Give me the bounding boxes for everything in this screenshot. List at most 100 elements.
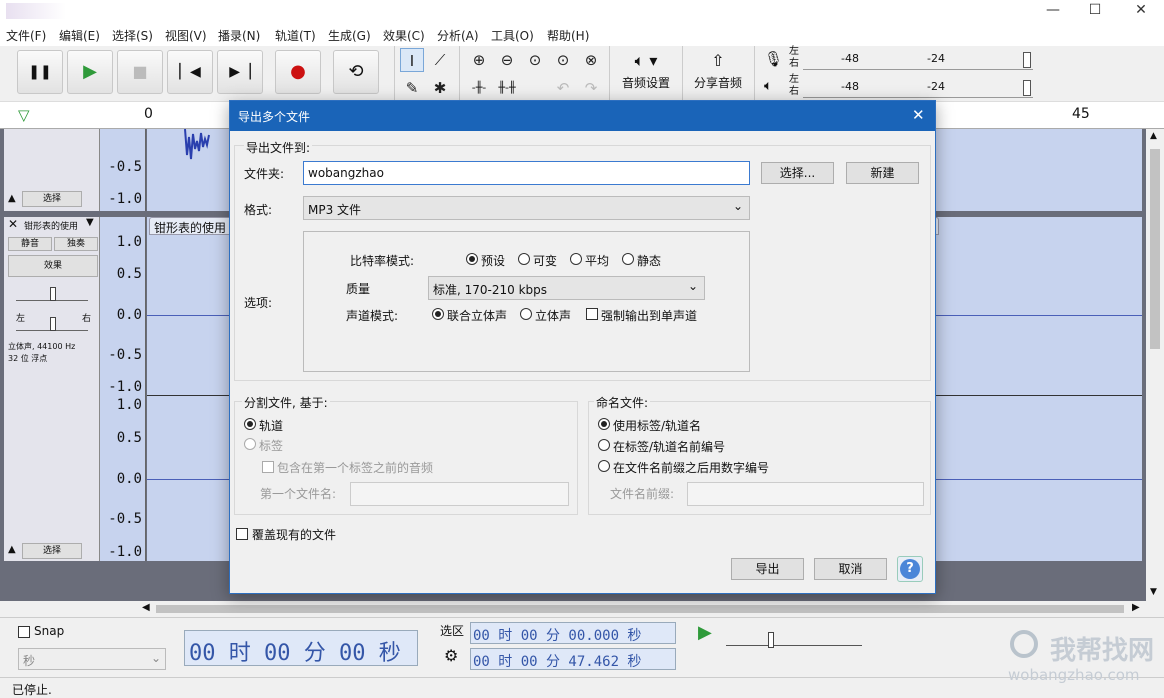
record-meter[interactable]: -48 -24 (803, 50, 1033, 70)
horizontal-scrollbar[interactable]: ◀ ▶ (140, 601, 1146, 617)
scroll-left-icon[interactable]: ◀ (142, 602, 150, 613)
stereo-radio[interactable] (520, 308, 532, 320)
menu-edit[interactable]: 编辑(E) (59, 27, 100, 44)
playback-speaker-icon[interactable]: 🔈︎ (764, 78, 772, 94)
track2-name[interactable]: 钳形表的使用 (24, 219, 78, 232)
help-button[interactable]: ? (897, 556, 923, 582)
redo-icon[interactable]: ↷ (579, 76, 603, 100)
menu-analyze[interactable]: 分析(A) (437, 27, 479, 44)
skip-start-button[interactable]: ▏◀ (167, 50, 213, 94)
folder-input[interactable]: wobangzhao (303, 161, 750, 185)
play-at-speed-icon[interactable]: ▶ (698, 622, 712, 643)
mute-button[interactable]: 静音 (8, 237, 52, 251)
menu-tracks[interactable]: 轨道(T) (275, 27, 316, 44)
selection-end-display[interactable]: 00 时 00 分 47.462 秒 (470, 648, 676, 670)
play-speed-slider[interactable] (726, 630, 862, 648)
solo-button[interactable]: 独奏 (54, 237, 98, 251)
zoom-in-icon[interactable]: ⊕ (467, 48, 491, 72)
menu-file[interactable]: 文件(F) (6, 27, 46, 44)
scale-label: 0.5 (116, 266, 142, 282)
playback-meter[interactable]: -48 -24 (803, 78, 1033, 98)
menu-view[interactable]: 视图(V) (165, 27, 207, 44)
draw-tool-icon[interactable]: ✎ (400, 76, 424, 100)
dialog-close-icon[interactable]: ✕ (912, 106, 925, 124)
selection-start-display[interactable]: 00 时 00 分 00.000 秒 (470, 622, 676, 644)
choose-folder-button[interactable]: 选择... (761, 162, 834, 184)
snap-checkbox[interactable] (18, 626, 30, 638)
mic-icon[interactable]: 🎙︎ (764, 50, 783, 68)
new-folder-button[interactable]: 新建 (846, 162, 919, 184)
meter-slider-handle[interactable] (1023, 52, 1031, 68)
joint-stereo-radio[interactable] (432, 308, 444, 320)
pause-button[interactable]: ❚❚ (17, 50, 63, 94)
scroll-down-icon[interactable]: ▼ (1150, 587, 1157, 597)
bitrate-variable-radio[interactable] (518, 253, 530, 265)
first-filename-input[interactable] (350, 482, 569, 506)
cancel-button[interactable]: 取消 (814, 558, 887, 580)
menu-select[interactable]: 选择(S) (112, 27, 153, 44)
gain-slider-handle[interactable] (50, 287, 56, 301)
multi-tool-icon[interactable]: ✱ (428, 76, 452, 100)
menu-generate[interactable]: 生成(G) (328, 27, 371, 44)
bitrate-average-radio[interactable] (570, 253, 582, 265)
meter-slider-handle[interactable] (1023, 80, 1031, 96)
undo-icon[interactable]: ↶ (551, 76, 575, 100)
track-close-icon[interactable]: ✕ (8, 217, 18, 231)
fit-selection-icon[interactable]: ⊙ (523, 48, 547, 72)
skip-end-button[interactable]: ▶▕ (217, 50, 263, 94)
stop-button[interactable]: ■ (117, 50, 163, 94)
envelope-tool-icon[interactable]: ⟋ (428, 48, 452, 72)
split-by-tracks-radio[interactable] (244, 418, 256, 430)
bitrate-preset-radio[interactable] (466, 253, 478, 265)
track-menu-chevron-icon[interactable]: ▼ (86, 217, 94, 228)
pan-slider-handle[interactable] (50, 317, 56, 331)
collapse-icon[interactable]: ▲ (8, 193, 16, 204)
play-speed-slider-handle[interactable] (768, 632, 774, 648)
pan-slider[interactable] (16, 317, 88, 331)
maximize-button[interactable]: ☐ (1072, 0, 1118, 22)
menu-help[interactable]: 帮助(H) (547, 27, 589, 44)
loop-button[interactable]: ⟲ (333, 50, 379, 94)
selection-tool-icon[interactable]: I (400, 48, 424, 72)
audio-setup-button[interactable]: 🔈︎ ▾ 音频设置 (616, 48, 676, 96)
format-select[interactable]: MP3 文件 ⌄ (303, 196, 750, 220)
record-button[interactable]: ● (275, 50, 321, 94)
silence-audio-icon[interactable]: ╫-╫ (495, 76, 519, 100)
menu-tools[interactable]: 工具(O) (491, 27, 534, 44)
export-button[interactable]: 导出 (731, 558, 804, 580)
collapse-icon[interactable]: ▲ (8, 544, 16, 555)
prefix-input[interactable] (687, 482, 924, 506)
fit-project-icon[interactable]: ⊙ (551, 48, 575, 72)
selection-settings-icon[interactable]: ⚙ (444, 646, 458, 665)
quality-select[interactable]: 标准, 170-210 kbps ⌄ (428, 276, 705, 300)
track1-select-button[interactable]: 选择 (22, 191, 82, 207)
overwrite-checkbox[interactable] (236, 528, 248, 540)
number-after-prefix-radio[interactable] (598, 460, 610, 472)
scroll-right-icon[interactable]: ▶ (1132, 602, 1140, 613)
zoom-out-icon[interactable]: ⊖ (495, 48, 519, 72)
scroll-thumb[interactable] (156, 605, 1124, 613)
scroll-up-icon[interactable]: ▲ (1150, 131, 1157, 141)
menu-effect[interactable]: 效果(C) (383, 27, 425, 44)
track2-select-button[interactable]: 选择 (22, 543, 82, 559)
zoom-toggle-icon[interactable]: ⊗ (579, 48, 603, 72)
play-button[interactable]: ▶ (67, 50, 113, 94)
close-window-button[interactable]: ✕ (1118, 0, 1164, 22)
share-audio-button[interactable]: ⇧ 分享音频 (688, 48, 748, 96)
time-value: 00 时 00 分 47.462 秒 (473, 654, 642, 670)
trim-audio-icon[interactable]: -╫- (467, 76, 491, 100)
effects-button[interactable]: 效果 (8, 255, 98, 277)
menu-transport[interactable]: 播录(N) (218, 27, 260, 44)
include-audio-checkbox[interactable] (262, 461, 274, 473)
force-mono-checkbox[interactable] (586, 308, 598, 320)
bitrate-constant-radio[interactable] (622, 253, 634, 265)
minimize-button[interactable]: — (1030, 0, 1076, 22)
use-label-name-radio[interactable] (598, 418, 610, 430)
snap-unit-select[interactable]: 秒 ⌄ (18, 648, 166, 670)
vertical-scrollbar[interactable]: ▲ ▼ (1146, 129, 1164, 601)
split-by-labels-radio[interactable] (244, 438, 256, 450)
gain-slider[interactable] (16, 287, 88, 301)
scroll-thumb[interactable] (1150, 149, 1160, 349)
number-before-name-radio[interactable] (598, 439, 610, 451)
audio-position-display[interactable]: 00 时 00 分 00 秒 (184, 630, 418, 666)
